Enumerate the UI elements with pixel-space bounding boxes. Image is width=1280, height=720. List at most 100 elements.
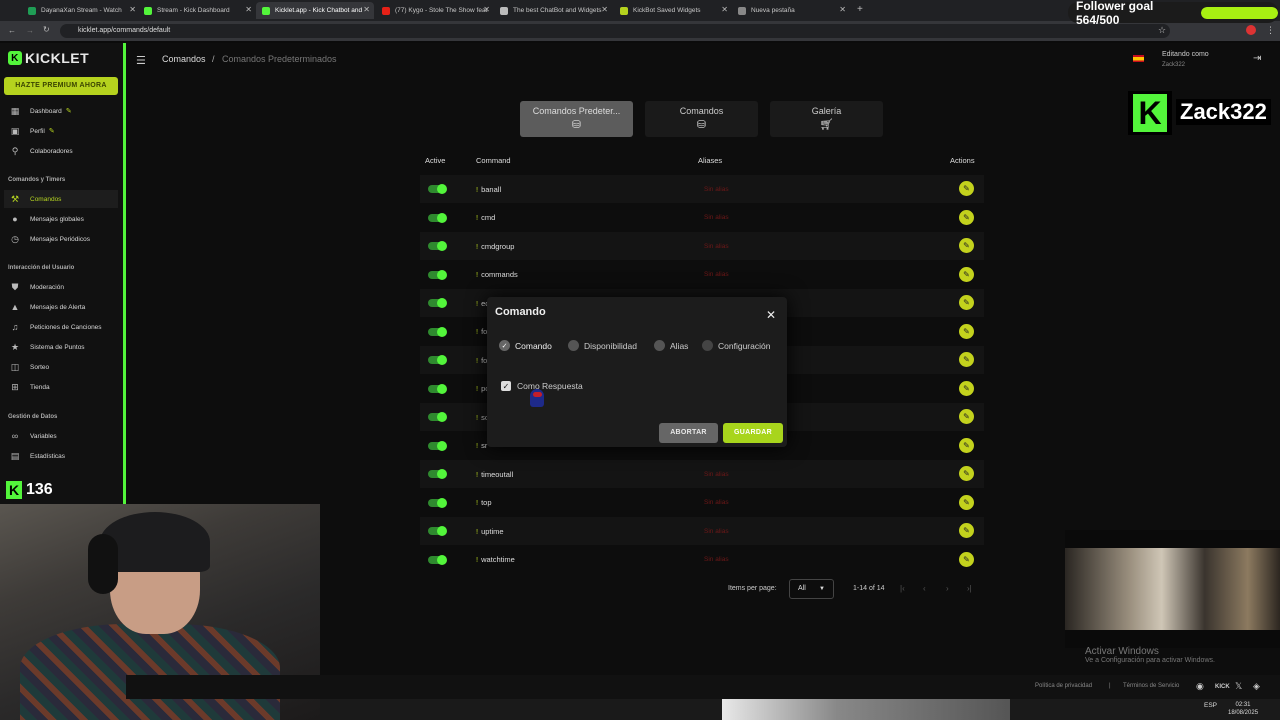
active-toggle[interactable] [428, 269, 447, 280]
edit-command-button[interactable]: ✎ [959, 209, 974, 225]
kick-social-icon[interactable]: KICK [1215, 684, 1230, 690]
browser-tab[interactable]: Kicklet.app - Kick Chatbot and ✕ [256, 2, 374, 19]
sidebar-item-sistema-de-puntos[interactable]: ★ Sistema de Puntos [4, 338, 118, 356]
tab-close-icon[interactable]: ✕ [839, 5, 846, 14]
edit-command-button[interactable]: ✎ [959, 352, 974, 367]
edit-command-button[interactable]: ✎ [959, 409, 974, 424]
tab-close-icon[interactable]: ✕ [601, 5, 608, 14]
logout-icon[interactable]: ⇥ [1253, 53, 1261, 64]
edit-command-button[interactable]: ✎ [959, 181, 974, 196]
step-disponibilidad[interactable]: Disponibilidad [568, 340, 637, 351]
edit-command-button[interactable]: ✎ [959, 551, 974, 567]
terms-link[interactable]: Términos de Servicio [1123, 683, 1179, 689]
step-alias[interactable]: Alias [654, 340, 688, 351]
tab-commands[interactable]: Comandos ⛁ [645, 101, 758, 137]
privacy-link[interactable]: Política de privacidad [1035, 683, 1092, 689]
tab-close-icon[interactable]: ✕ [363, 5, 370, 14]
edit-command-button[interactable]: ✎ [959, 266, 974, 282]
active-toggle[interactable] [428, 326, 447, 337]
browser-tab[interactable]: DayanaXan Stream - Watch ✕ [22, 2, 140, 19]
url-input[interactable]: kicklet.app/commands/default [60, 24, 1170, 38]
tab-default-commands[interactable]: Comandos Predeter... ⛁ [520, 101, 633, 137]
active-toggle[interactable] [428, 440, 447, 451]
tab-gallery[interactable]: Galería 🛒︎ [770, 101, 883, 137]
chevron-down-icon: ▼ [819, 586, 825, 592]
browser-tab[interactable]: Stream - Kick Dashboard ✕ [138, 2, 256, 19]
sidebar-item-moderaci-n[interactable]: ⛊ Moderación [4, 278, 118, 296]
active-toggle[interactable] [428, 412, 447, 422]
forward-icon[interactable]: → [26, 26, 34, 35]
prev-page-icon[interactable]: ‹ [923, 584, 926, 593]
tray-lang[interactable]: ESP [1204, 702, 1217, 709]
step-comando[interactable]: ✓ Comando [499, 340, 552, 351]
x-icon[interactable]: 𝕏 [1235, 681, 1242, 692]
abort-button[interactable]: ABORTAR [659, 423, 718, 443]
sidebar-item-mensajes-globales[interactable]: ● Mensajes globales [4, 210, 118, 228]
active-toggle[interactable] [428, 554, 447, 565]
discord-icon[interactable]: ◉ [1196, 681, 1204, 692]
active-toggle[interactable] [428, 526, 447, 536]
hamburger-menu-icon[interactable]: ☰ [136, 54, 146, 67]
premium-button[interactable]: HAZTE PREMIUM AHORA [4, 77, 118, 95]
last-page-icon[interactable]: ›| [967, 584, 972, 593]
sidebar-item-estad-sticas[interactable]: ▤ Estadísticas [4, 447, 118, 465]
sidebar-item-sorteo[interactable]: ◫ Sorteo [4, 358, 118, 376]
sidebar-item-mensajes-peri-dicos[interactable]: ◷ Mensajes Periódicos [4, 230, 118, 248]
new-tab-icon[interactable]: + [857, 4, 863, 15]
edit-command-button[interactable]: ✎ [959, 523, 974, 538]
edit-command-button[interactable]: ✎ [959, 494, 974, 510]
taskbar-clock[interactable]: 02:31 18/08/2025 [1228, 701, 1258, 717]
reload-icon[interactable]: ↻ [43, 25, 50, 34]
active-toggle[interactable] [428, 355, 447, 365]
edit-command-button[interactable]: ✎ [959, 238, 974, 253]
browser-tab[interactable]: KickBot Saved Widgets ✕ [614, 2, 732, 19]
active-toggle[interactable] [428, 497, 447, 508]
edit-command-button[interactable]: ✎ [959, 323, 974, 339]
social-icon[interactable]: ◈ [1253, 681, 1260, 692]
edit-command-button[interactable]: ✎ [959, 466, 974, 481]
step-configuracion[interactable]: Configuración [702, 340, 770, 351]
active-toggle[interactable] [428, 184, 447, 194]
active-toggle[interactable] [428, 241, 447, 251]
edit-command-button[interactable]: ✎ [959, 380, 974, 396]
step-dot-icon [568, 340, 579, 351]
clock-icon: ◷ [11, 233, 19, 244]
tab-close-icon[interactable]: ✕ [483, 5, 490, 14]
back-icon[interactable]: ← [8, 26, 16, 35]
edit-command-button[interactable]: ✎ [959, 295, 974, 310]
active-toggle[interactable] [428, 212, 447, 223]
items-per-page-select[interactable]: All ▼ [789, 579, 834, 599]
spain-flag-icon[interactable] [1133, 55, 1144, 62]
sidebar-item-dashboard[interactable]: ▦ Dashboard ✎ [4, 102, 118, 120]
active-toggle[interactable] [428, 469, 447, 479]
browser-tab[interactable]: (77) Kygo - Stole The Show feat ✕ [376, 2, 494, 19]
sidebar-item-variables[interactable]: ∞ Variables [4, 427, 118, 445]
first-page-icon[interactable]: |‹ [900, 584, 905, 593]
browser-tab[interactable]: The best ChatBot and Widgets ✕ [494, 2, 612, 19]
como-respuesta-checkbox[interactable]: ✓ [501, 381, 511, 391]
header-actions: Actions [950, 156, 975, 165]
sidebar-item-tienda[interactable]: ⊞ Tienda [4, 378, 118, 396]
menu-dots-icon[interactable]: ⋮ [1266, 25, 1275, 36]
sidebar-item-comandos[interactable]: ⚒ Comandos [4, 190, 118, 208]
active-toggle[interactable] [428, 298, 447, 308]
star-icon[interactable]: ☆ [1158, 25, 1166, 36]
tab-close-icon[interactable]: ✕ [129, 5, 136, 14]
close-icon[interactable]: ✕ [766, 308, 776, 322]
sidebar-item-colaboradores[interactable]: ⚲ Colaboradores [4, 142, 118, 160]
tab-close-icon[interactable]: ✕ [721, 5, 728, 14]
footer [126, 675, 1280, 699]
browser-tab[interactable]: Nueva pestaña ✕ [732, 2, 850, 19]
sidebar-item-mensajes-de-alerta[interactable]: ▲ Mensajes de Alerta [4, 298, 118, 316]
tab-close-icon[interactable]: ✕ [245, 5, 252, 14]
active-toggle[interactable] [428, 383, 447, 394]
profile-avatar[interactable] [1246, 25, 1256, 35]
sidebar-item-perfil[interactable]: ▣ Perfil ✎ [4, 122, 118, 140]
kicklet-logo[interactable]: K KICKLET [8, 50, 89, 66]
next-page-icon[interactable]: › [946, 584, 949, 593]
save-button[interactable]: GUARDAR [723, 423, 783, 443]
sidebar-item-peticiones-de-canciones[interactable]: ♫ Peticiones de Canciones [4, 318, 118, 336]
breadcrumb-root[interactable]: Comandos [162, 54, 206, 64]
cart-icon: 🛒︎ [819, 119, 834, 131]
edit-command-button[interactable]: ✎ [959, 437, 974, 453]
